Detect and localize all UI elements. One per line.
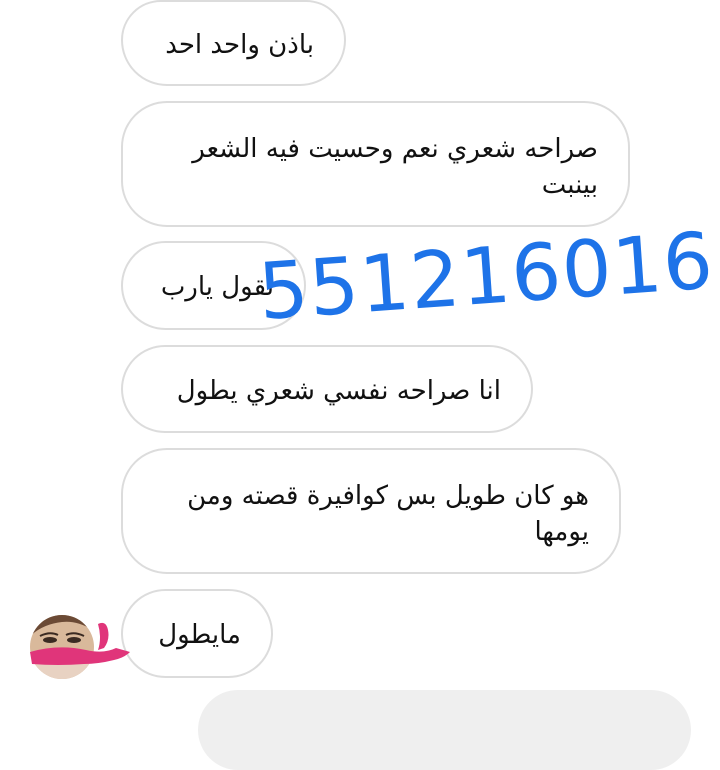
message-bubble[interactable]: صراحه شعري نعم وحسيت فيه الشعر بينبت: [121, 101, 630, 227]
message-bubble[interactable]: باذن واحد احد: [121, 0, 346, 86]
message-text: هو كان طويل بس كوافيرة قصته ومن يومها: [187, 481, 589, 547]
message-bubble[interactable]: مايطول: [121, 589, 273, 678]
message-text: مايطول: [158, 620, 241, 650]
message-text: باذن واحد احد: [165, 30, 314, 60]
message-text: انا صراحه نفسي شعري يطول: [176, 376, 501, 406]
message-text: نقول يارب: [160, 272, 274, 302]
phone-number-watermark: 551216016: [255, 216, 717, 338]
message-bubble[interactable]: هو كان طويل بس كوافيرة قصته ومن يومها: [121, 448, 621, 574]
message-bubble[interactable]: انا صراحه نفسي شعري يطول: [121, 345, 533, 433]
outgoing-message-bubble[interactable]: [198, 690, 691, 770]
profile-photo-icon: [30, 615, 130, 679]
message-text: صراحه شعري نعم وحسيت فيه الشعر بينبت: [192, 134, 598, 200]
avatar[interactable]: [28, 614, 132, 680]
